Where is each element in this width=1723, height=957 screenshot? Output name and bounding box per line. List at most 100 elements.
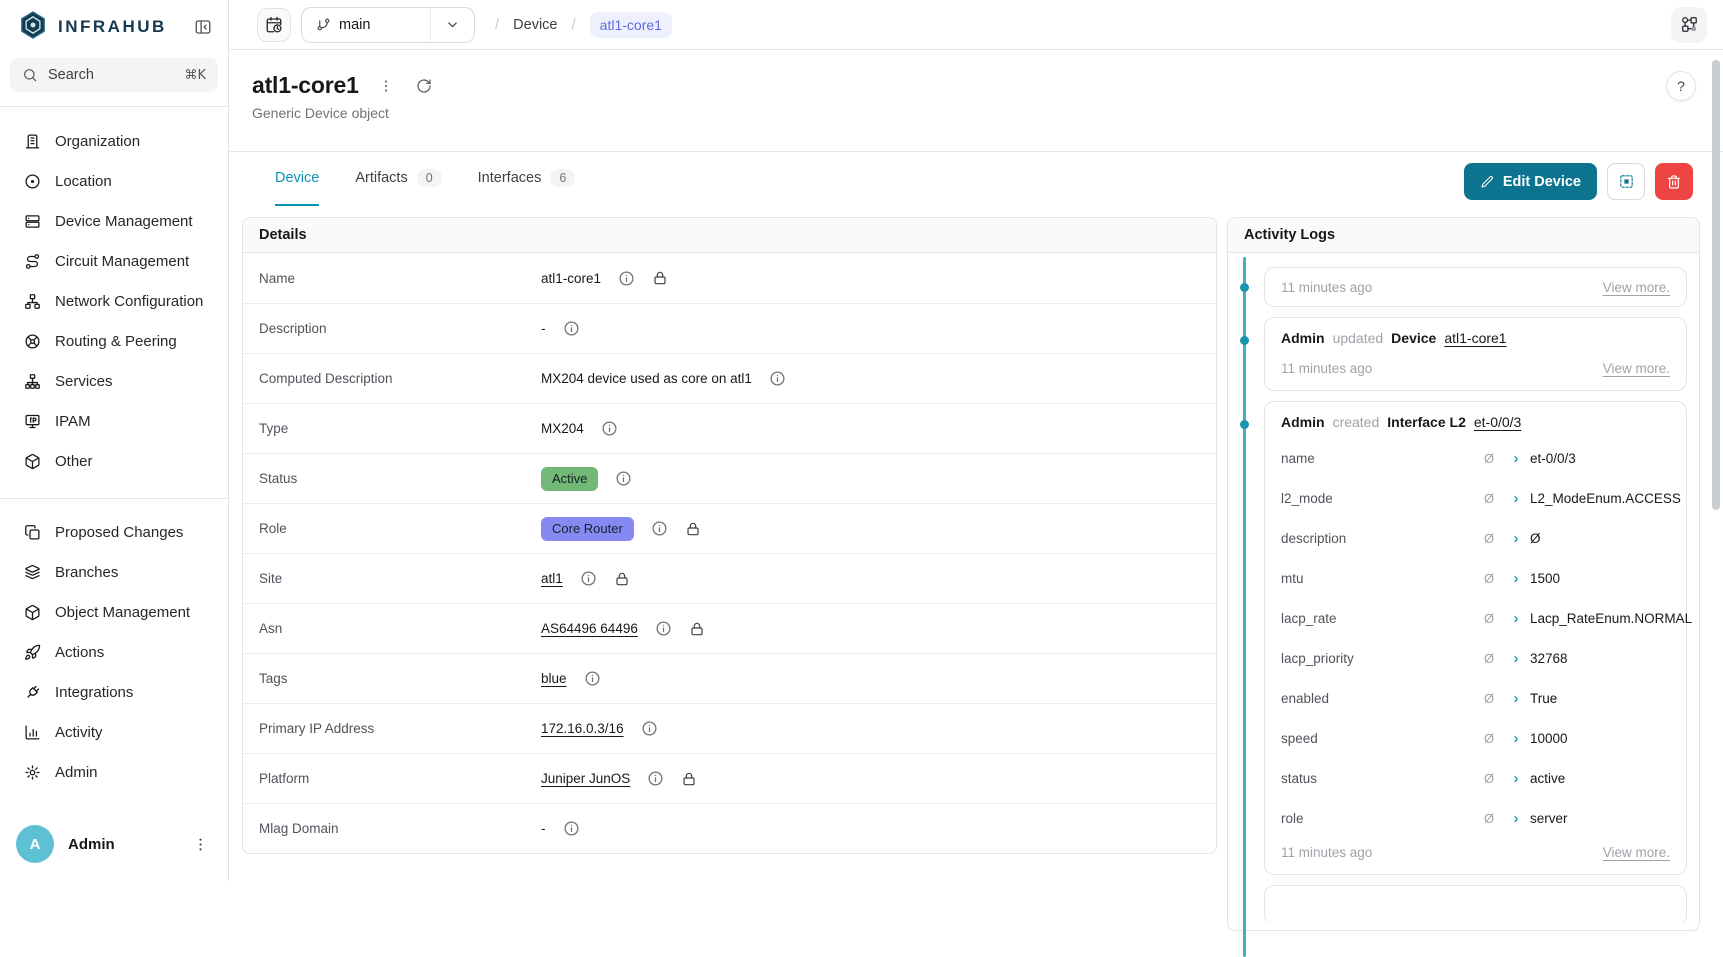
tabs: Device Artifacts0 Interfaces6 <box>275 152 575 206</box>
timeline-dot-icon <box>1240 336 1249 345</box>
activity-prop-row: speedØ›10000 <box>1281 718 1670 758</box>
sidebar-collapse-button[interactable] <box>190 14 216 40</box>
detail-row-computed-description: Computed DescriptionMX204 device used as… <box>243 353 1216 403</box>
tab-artifacts[interactable]: Artifacts0 <box>355 152 441 206</box>
view-more-link[interactable]: View more. <box>1603 280 1670 295</box>
wheel-icon <box>24 333 41 350</box>
info-button[interactable] <box>580 570 597 587</box>
info-button[interactable] <box>601 420 618 437</box>
info-button[interactable] <box>647 770 664 787</box>
lock-icon <box>681 771 697 787</box>
prop-value: 1500 <box>1530 571 1670 586</box>
vertical-scrollbar[interactable] <box>1712 60 1720 510</box>
sidebar-item-circuit-management[interactable]: Circuit Management <box>0 241 228 281</box>
detail-row-platform: PlatformJuniper JunOS <box>243 753 1216 803</box>
detail-value-link[interactable]: Juniper JunOS <box>541 771 630 786</box>
activity-action: created <box>1333 414 1380 430</box>
delete-button[interactable] <box>1655 163 1693 200</box>
info-button[interactable] <box>563 320 580 337</box>
detail-value-link[interactable]: atl1 <box>541 571 563 586</box>
info-icon <box>618 270 635 287</box>
sidebar-item-admin[interactable]: Admin <box>0 752 228 792</box>
view-more-link[interactable]: View more. <box>1603 361 1670 376</box>
branch-selector-caret[interactable] <box>430 8 474 42</box>
sidebar-item-organization[interactable]: Organization <box>0 121 228 161</box>
activity-object-link[interactable]: atl1-core1 <box>1444 330 1506 346</box>
activity-prop-row: roleØ›server <box>1281 798 1670 838</box>
edit-device-label: Edit Device <box>1503 174 1581 190</box>
date-time-button[interactable] <box>257 8 291 42</box>
branch-selector[interactable]: main <box>301 7 475 43</box>
null-value-icon: Ø <box>1476 451 1502 466</box>
detail-value-link[interactable]: blue <box>541 671 567 686</box>
box-select-icon <box>1618 173 1635 190</box>
detail-value-link[interactable]: 172.16.0.3/16 <box>541 721 624 736</box>
avatar[interactable]: A <box>16 825 54 863</box>
nav-secondary: Proposed Changes Branches Object Managemen… <box>0 499 228 792</box>
refresh-button[interactable] <box>413 75 435 97</box>
building-icon <box>24 133 41 150</box>
lock-icon <box>652 270 668 286</box>
user-name: Admin <box>68 836 115 853</box>
tab-count-badge: 0 <box>417 169 442 187</box>
sidebar-item-object-management[interactable]: Object Management <box>0 592 228 632</box>
activity-prop-row: lacp_rateØ›Lacp_RateEnum.NORMAL <box>1281 598 1670 638</box>
timeline-dot-icon <box>1240 283 1249 292</box>
sidebar-item-network-configuration[interactable]: Network Configuration <box>0 281 228 321</box>
activity-prop-row: descriptionØ›Ø <box>1281 518 1670 558</box>
tab-device[interactable]: Device <box>275 152 319 206</box>
detail-label: Status <box>259 471 541 486</box>
manage-groups-button[interactable] <box>1607 163 1645 200</box>
sidebar-item-proposed-changes[interactable]: Proposed Changes <box>0 512 228 552</box>
info-button[interactable] <box>641 720 658 737</box>
activity-card <box>1264 885 1687 925</box>
info-button[interactable] <box>655 620 672 637</box>
details-panel: Details Nameatl1-core1Description-Comput… <box>242 217 1217 854</box>
detail-label: Asn <box>259 621 541 636</box>
sidebar-item-branches[interactable]: Branches <box>0 552 228 592</box>
activity-object-link[interactable]: et-0/0/3 <box>1474 414 1521 430</box>
schema-icon <box>1680 15 1699 34</box>
detail-row-tags: Tagsblue <box>243 653 1216 703</box>
prop-name: lacp_priority <box>1281 651 1476 666</box>
sidebar-item-other[interactable]: Other <box>0 441 228 481</box>
sidebar-item-ipam[interactable]: IPAM <box>0 401 228 441</box>
sidebar-item-label: Branches <box>55 564 118 581</box>
sidebar-item-services[interactable]: Services <box>0 361 228 401</box>
detail-row-asn: AsnAS64496 64496 <box>243 603 1216 653</box>
info-button[interactable] <box>651 520 668 537</box>
sidebar-item-actions[interactable]: Actions <box>0 632 228 672</box>
info-button[interactable] <box>615 470 632 487</box>
edit-device-button[interactable]: Edit Device <box>1464 163 1597 200</box>
info-button[interactable] <box>563 820 580 837</box>
pencil-icon <box>1480 175 1494 189</box>
detail-label: Type <box>259 421 541 436</box>
change-arrow-icon: › <box>1502 490 1530 507</box>
sidebar-item-integrations[interactable]: Integrations <box>0 672 228 712</box>
sidebar-item-device-management[interactable]: Device Management <box>0 201 228 241</box>
view-more-link[interactable]: View more. <box>1603 845 1670 860</box>
sidebar-item-label: Routing & Peering <box>55 333 177 350</box>
title-options-button[interactable] <box>375 75 397 97</box>
info-button[interactable] <box>769 370 786 387</box>
lock-icon <box>689 621 705 637</box>
breadcrumb-device[interactable]: Device <box>513 17 557 33</box>
detail-value-link[interactable]: AS64496 64496 <box>541 621 638 636</box>
breadcrumb-current[interactable]: atl1-core1 <box>590 12 672 38</box>
info-button[interactable] <box>584 670 601 687</box>
sidebar-item-location[interactable]: Location <box>0 161 228 201</box>
search-input[interactable]: Search ⌘K <box>10 58 218 92</box>
tab-interfaces[interactable]: Interfaces6 <box>478 152 576 206</box>
lock-icon <box>614 571 630 587</box>
sidebar-item-label: Actions <box>55 644 104 661</box>
info-button[interactable] <box>618 270 635 287</box>
sidebar-item-activity[interactable]: Activity <box>0 712 228 752</box>
null-value-icon: Ø <box>1476 611 1502 626</box>
help-button[interactable]: ? <box>1666 71 1696 101</box>
sidebar-item-label: IPAM <box>55 413 91 430</box>
activity-logs-panel: Activity Logs 11 minutes agoView more.Ad… <box>1227 217 1700 931</box>
schema-visualizer-button[interactable] <box>1671 7 1707 43</box>
sidebar-item-routing-peering[interactable]: Routing & Peering <box>0 321 228 361</box>
lock-icon <box>685 521 701 537</box>
user-options-button[interactable] <box>188 832 212 856</box>
